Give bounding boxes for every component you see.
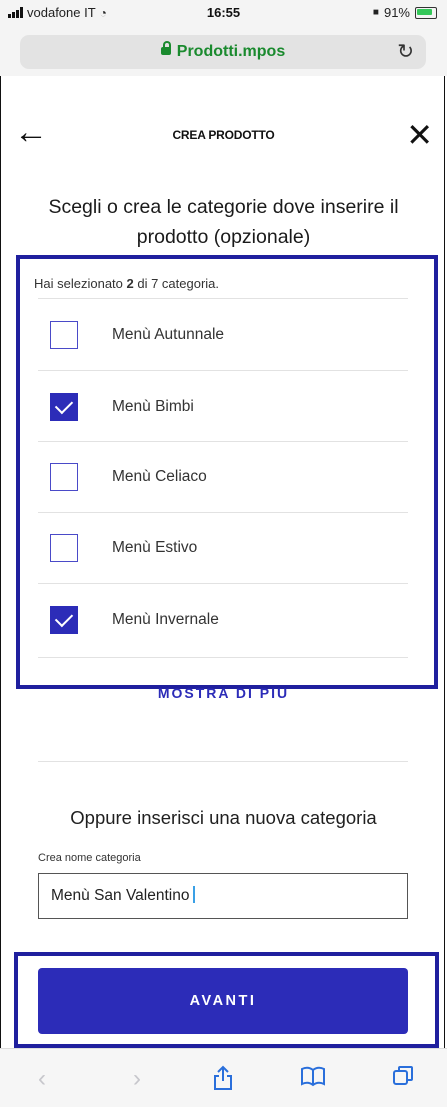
text-cursor [193, 886, 196, 903]
checkbox[interactable] [50, 534, 78, 562]
checkbox[interactable] [50, 321, 78, 349]
checkbox-checked[interactable] [50, 606, 78, 634]
browser-toolbar: ‹ › [0, 1048, 447, 1107]
new-category-heading: Oppure inserisci una nuova categoria [70, 807, 377, 828]
category-headline: Scegli o crea le categorie dove inserire… [48, 196, 399, 248]
forward-nav-icon[interactable]: › [133, 1065, 141, 1093]
selection-count: Hai selezionato 2 di 7 categoria. [34, 276, 219, 291]
selection-prefix: Hai selezionato [34, 276, 127, 291]
selection-number: 2 [126, 276, 134, 291]
bookmarks-icon[interactable] [300, 1065, 326, 1094]
category-label: Menù Celiaco [112, 468, 207, 485]
category-item-invernale[interactable]: Menù Invernale [38, 584, 408, 656]
category-item-estivo[interactable]: Menù Estivo [38, 512, 408, 584]
show-more-link[interactable]: MOSTRA DI PIÙ [0, 688, 447, 702]
new-category-input[interactable]: Menù San Valentino [38, 873, 408, 919]
url-display[interactable]: Prodotti.mpos [20, 41, 426, 61]
alarm-icon: ■ [372, 7, 379, 18]
close-icon[interactable]: ✕ [406, 116, 433, 154]
category-item-celiaco[interactable]: Menù Celiaco [38, 441, 408, 513]
category-item-autunnale[interactable]: Menù Autunnale [38, 299, 408, 371]
page-title: CREA PRODOTTO [172, 128, 275, 142]
back-nav-icon[interactable]: ‹ [38, 1065, 46, 1093]
tabs-icon[interactable] [392, 1065, 414, 1094]
url-bar[interactable]: Prodotti.mpos ↻ [20, 35, 426, 69]
list-divider [38, 657, 408, 658]
status-bar: vodafone IT ◔ 16:55 ■ 91% [0, 0, 447, 26]
input-value: Menù San Valentino [51, 887, 190, 904]
share-icon[interactable] [212, 1065, 234, 1098]
checkbox-checked[interactable] [50, 393, 78, 421]
category-label: Menù Invernale [112, 611, 219, 628]
battery-info: ■ 91% [373, 5, 437, 20]
battery-icon [415, 6, 437, 19]
checkbox[interactable] [50, 463, 78, 491]
browser-url-area: Prodotti.mpos ↻ [0, 26, 447, 76]
section-divider [38, 761, 408, 762]
reload-icon[interactable]: ↻ [397, 39, 414, 64]
avanti-button[interactable]: AVANTI [38, 968, 408, 1034]
category-label: Menù Autunnale [112, 326, 225, 343]
category-label: Menù Bimbi [112, 398, 194, 415]
category-item-bimbi[interactable]: Menù Bimbi [38, 371, 408, 443]
lock-icon [160, 41, 171, 55]
url-text: Prodotti.mpos [176, 43, 286, 60]
category-label: Menù Estivo [112, 539, 198, 556]
battery-percent: 91% [383, 5, 410, 20]
new-category-label: Crea nome categoria [38, 852, 141, 864]
selection-suffix: di 7 categoria. [133, 276, 220, 291]
